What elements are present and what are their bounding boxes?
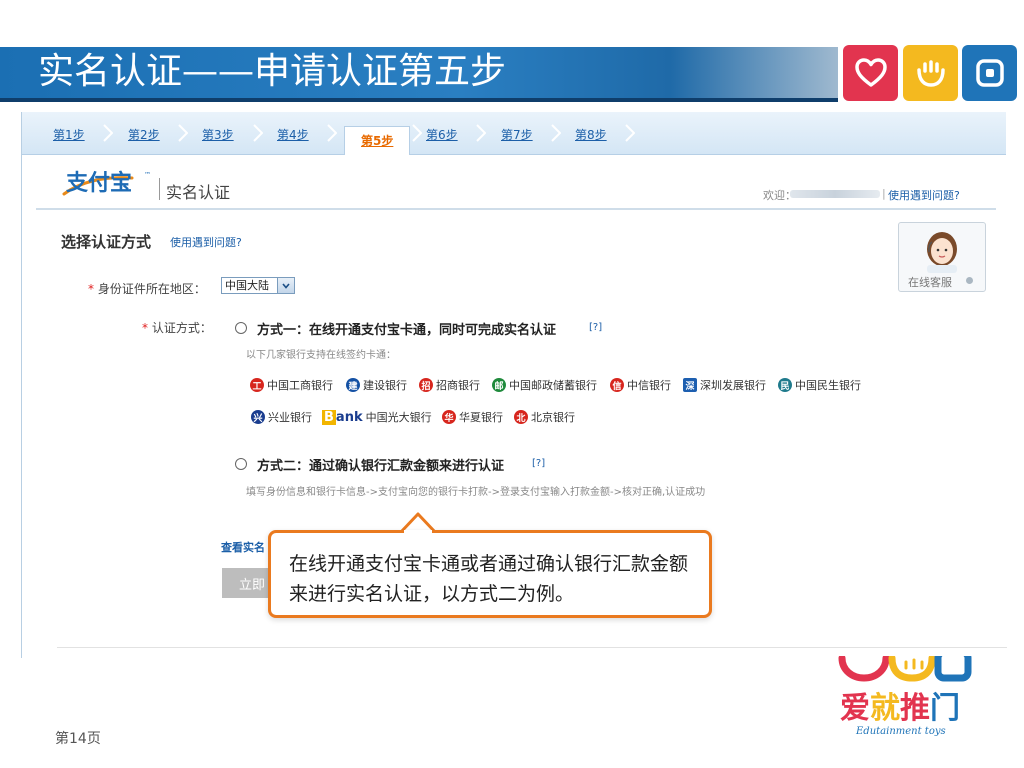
bob-icon: 北 xyxy=(514,410,528,424)
bank-bob[interactable]: 北 北京银行 xyxy=(514,409,575,425)
svg-text:Edutainment toys: Edutainment toys xyxy=(855,726,946,737)
chevron-right-icon xyxy=(253,124,263,142)
square-icon xyxy=(962,45,1017,101)
method-label: * 认证方式： xyxy=(142,321,212,335)
step-8-link[interactable]: 第8步 xyxy=(575,126,607,143)
step-5-active-tab[interactable]: 第5步 xyxy=(344,126,410,155)
cmbc-icon: 民 xyxy=(778,378,792,392)
slide-title: 实名认证——申请认证第五步 xyxy=(38,51,507,92)
alipay-logo: 支付宝 ™ xyxy=(62,170,151,196)
chevron-right-icon xyxy=(476,124,486,142)
ceb-icon: Bank xyxy=(322,409,363,425)
username-redacted xyxy=(790,190,880,198)
header-divider xyxy=(36,208,996,210)
hand-icon xyxy=(903,45,958,101)
chevron-right-icon xyxy=(327,124,337,142)
logo-separator xyxy=(159,178,160,200)
page-subtitle: 实名认证 xyxy=(166,183,231,202)
header-help-link[interactable]: 使用遇到问题? xyxy=(888,187,960,203)
option2-help-link[interactable]: [?] xyxy=(532,458,545,469)
steps-bar: 第1步 第2步 第3步 第4步 第5步 第6步 第7步 第8步 xyxy=(22,112,1006,155)
option2-title: 方式二：通过确认银行汇款金额来进行认证 xyxy=(257,459,505,474)
bank-cib[interactable]: 兴 兴业银行 xyxy=(251,409,312,425)
hxb-icon: 华 xyxy=(442,410,456,424)
option1-radio[interactable] xyxy=(235,322,247,334)
icbc-icon: 工 xyxy=(250,378,264,392)
bank-sdb[interactable]: 深 深圳发展银行 xyxy=(683,377,766,393)
region-select-value: 中国大陆 xyxy=(225,279,269,292)
chevron-right-icon xyxy=(625,124,635,142)
chevron-right-icon xyxy=(178,124,188,142)
bank-ceb[interactable]: Bank 中国光大银行 xyxy=(322,409,432,425)
bank-cmb[interactable]: 招 招商银行 xyxy=(419,377,480,393)
option1-help-link[interactable]: [?] xyxy=(589,322,602,333)
svg-text:支付宝: 支付宝 xyxy=(66,170,132,196)
bank-icbc[interactable]: 工 中国工商银行 xyxy=(250,377,333,393)
bank-hxb[interactable]: 华 华夏银行 xyxy=(442,409,503,425)
step-6-link[interactable]: 第6步 xyxy=(426,126,458,143)
callout-box: 在线开通支付宝卡通或者通过确认银行汇款金额 来进行实名认证，以方式二为例。 xyxy=(268,530,712,618)
psbc-icon: 邮 xyxy=(492,378,506,392)
citic-icon: 信 xyxy=(610,378,624,392)
chevron-down-icon xyxy=(277,278,294,293)
step-2-link[interactable]: 第2步 xyxy=(128,126,160,143)
option1-desc: 以下几家银行支持在线签约卡通： xyxy=(246,350,396,361)
section-title: 选择认证方式 xyxy=(61,233,152,251)
option2-radio[interactable] xyxy=(235,458,247,470)
step-7-link[interactable]: 第7步 xyxy=(501,126,533,143)
header-separator: | xyxy=(882,187,886,200)
brand-logo: 爱就推门 Edutainment toys xyxy=(838,656,972,737)
region-select[interactable]: 中国大陆 xyxy=(221,277,295,294)
page-number: 第14页 xyxy=(55,731,101,747)
step-3-link[interactable]: 第3步 xyxy=(202,126,234,143)
chevron-right-icon xyxy=(551,124,561,142)
bank-citic[interactable]: 信 中信银行 xyxy=(610,377,671,393)
option2-desc: 填写身份信息和银行卡信息->支付宝向您的银行卡打款->登录支付宝输入打款金额->… xyxy=(246,487,706,498)
service-agent-avatar xyxy=(927,232,957,273)
heart-icon xyxy=(843,45,898,101)
callout-line-2: 来进行实名认证，以方式二为例。 xyxy=(289,583,575,605)
sdb-icon: 深 xyxy=(683,378,697,392)
cib-icon: 兴 xyxy=(251,410,265,424)
step-1-link[interactable]: 第1步 xyxy=(53,126,85,143)
svg-text:爱就推门: 爱就推门 xyxy=(840,691,960,726)
ccb-icon: 建 xyxy=(346,378,360,392)
chevron-right-icon xyxy=(412,124,422,142)
chevron-right-icon xyxy=(103,124,113,142)
option1-title: 方式一：在线开通支付宝卡通，同时可完成实名认证 xyxy=(257,323,557,338)
callout-pointer-mask xyxy=(404,530,432,534)
svg-text:™: ™ xyxy=(144,171,151,179)
bank-psbc[interactable]: 邮 中国邮政储蓄银行 xyxy=(492,377,597,393)
bank-cmbc[interactable]: 民 中国民生银行 xyxy=(778,377,861,393)
bottom-divider xyxy=(57,647,1007,648)
online-status-dot xyxy=(966,277,973,284)
cmb-icon: 招 xyxy=(419,378,433,392)
view-realname-link[interactable]: 查看实名 xyxy=(221,539,265,555)
step-5-label: 第5步 xyxy=(361,134,394,148)
callout-line-1: 在线开通支付宝卡通或者通过确认银行汇款金额 xyxy=(289,553,689,575)
section-help-link[interactable]: 使用遇到问题? xyxy=(170,234,242,250)
online-service-label: 在线客服 xyxy=(908,276,952,289)
bank-ccb[interactable]: 建 建设银行 xyxy=(346,377,407,393)
step-4-link[interactable]: 第4步 xyxy=(277,126,309,143)
region-label: * 身份证件所在地区： xyxy=(88,282,206,296)
